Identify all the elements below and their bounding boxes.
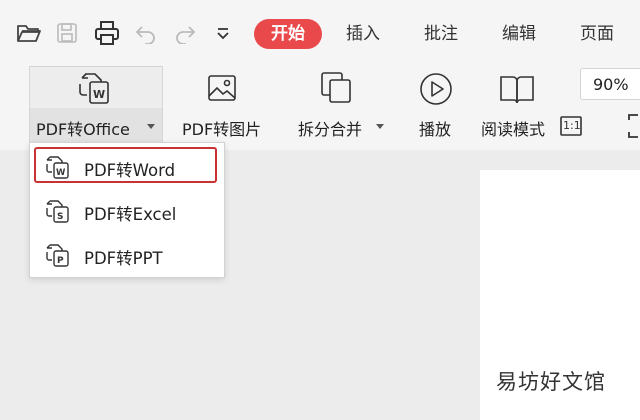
ppt-doc-icon: P [44,242,72,268]
caret-down-icon [147,124,155,129]
undo-icon[interactable] [135,24,157,44]
fit-page-icon[interactable] [624,112,640,140]
print-icon[interactable] [94,20,120,46]
svg-text:P: P [57,256,64,266]
play-label[interactable]: 播放 [419,116,451,140]
pdf-to-office-label: PDF转Office [36,120,130,139]
tab-page[interactable]: 页面 [580,20,614,48]
play-icon[interactable] [418,71,454,107]
tab-insert[interactable]: 插入 [346,20,380,48]
actual-size-text: 1:1 [563,119,581,132]
tab-start[interactable]: 开始 [254,19,322,49]
top-toolbar: 开始 插入 批注 编辑 页面 [0,0,640,62]
excel-doc-icon: S [44,198,72,224]
menu-item-pdf-to-excel[interactable]: S PDF转Excel [30,192,224,230]
menu-item-label: PDF转Excel [84,205,177,224]
chevron-down-icon[interactable] [216,28,230,40]
pdf-to-office-icon: W [76,70,114,106]
split-merge-icon[interactable] [318,70,356,106]
redo-icon[interactable] [174,24,196,44]
pdf-to-image-label[interactable]: PDF转图片 [182,116,261,140]
menu-item-label: PDF转PPT [84,249,163,268]
tab-edit[interactable]: 编辑 [502,20,536,48]
highlight-box [34,147,217,183]
save-icon[interactable] [56,22,78,44]
zoom-input[interactable]: 90% [580,68,640,100]
folder-open-icon[interactable] [16,22,42,44]
menu-item-pdf-to-ppt[interactable]: P PDF转PPT [30,236,224,274]
caret-down-icon [376,124,384,129]
svg-text:W: W [93,88,105,101]
image-icon[interactable] [206,72,240,104]
read-mode-label[interactable]: 阅读模式 [481,116,545,140]
tab-annotate[interactable]: 批注 [424,20,458,48]
watermark-text: 易坊好文馆 [496,370,606,394]
svg-text:S: S [57,212,63,222]
split-merge-label[interactable]: 拆分合并 [298,116,362,140]
pdf-to-office-menu: W PDF转Word S PDF转Excel P PDF转PPT [29,142,225,278]
book-open-icon[interactable] [497,72,537,106]
